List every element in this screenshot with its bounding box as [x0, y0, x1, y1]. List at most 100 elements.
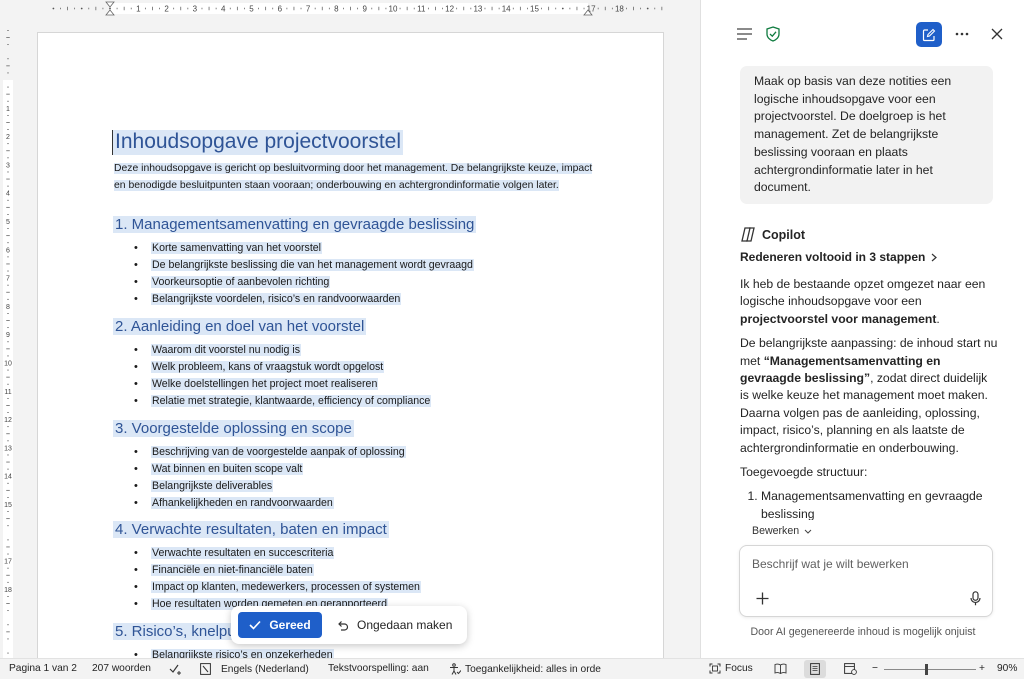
- response-paragraph: Toegevoegde structuur:: [740, 465, 868, 480]
- ruler-number: 7: [306, 5, 311, 14]
- document-intro[interactable]: Deze inhoudsopgave is gericht op besluit…: [114, 160, 594, 194]
- undo-button[interactable]: Ongedaan maken: [331, 612, 461, 638]
- vertical-ruler[interactable]: 1234567891011121314151718: [0, 20, 16, 658]
- list-item[interactable]: Welk probleem, kans of vraagstuk wordt o…: [134, 359, 431, 376]
- list-item[interactable]: Beschrijving van de voorgestelde aanpak …: [134, 444, 406, 461]
- ruler-number: 18: [615, 5, 624, 14]
- new-chat-button[interactable]: [916, 22, 942, 47]
- web-layout-icon: [844, 663, 857, 675]
- close-icon[interactable]: [988, 25, 1006, 43]
- rewrite-action-bar: Gereed Ongedaan maken: [231, 606, 467, 644]
- page-layout-icon: [810, 663, 820, 675]
- zoom-in-button[interactable]: +: [979, 663, 985, 674]
- section-list-5: Belangrijkste risico’s en onzekerheden: [134, 647, 334, 658]
- intro-text: Deze inhoudsopgave is gericht op besluit…: [114, 163, 593, 191]
- section-list-2: Waarom dit voorstel nu nodig is Welk pro…: [134, 342, 432, 410]
- list-item[interactable]: Korte samenvatting van het voorstel: [134, 240, 474, 257]
- focus-icon: [709, 663, 721, 674]
- ruler-number: 14: [502, 5, 511, 14]
- assistant-header: Copilot: [740, 227, 805, 242]
- read-mode-button[interactable]: [774, 663, 787, 674]
- chevron-right-icon: [931, 253, 938, 261]
- copilot-logo-icon: [741, 227, 755, 242]
- section-list-4: Verwachte resultaten en succescriteria F…: [134, 545, 421, 613]
- undo-icon: [338, 620, 349, 631]
- ruler-number: 8: [6, 304, 10, 311]
- ruler-number: 10: [389, 5, 398, 14]
- reasoning-steps-link[interactable]: Redeneren voltooid in 3 stappen: [740, 250, 938, 264]
- list-item[interactable]: Welke doelstellingen het project moet re…: [134, 376, 431, 393]
- focus-button[interactable]: Focus: [709, 663, 753, 674]
- list-item[interactable]: Wat binnen en buiten scope valt: [134, 461, 406, 478]
- ruler-number: 1: [136, 5, 141, 14]
- ai-disclaimer: Door AI gegenereerde inhoud is mogelijk …: [750, 626, 976, 638]
- book-icon: [774, 663, 787, 674]
- ruler-number: 13: [4, 445, 12, 452]
- section-list-1: Korte samenvatting van het voorstel De b…: [134, 240, 474, 308]
- print-layout-button[interactable]: [804, 660, 826, 678]
- page-count[interactable]: Pagina 1 van 2: [9, 663, 77, 674]
- document-page[interactable]: Inhoudsopgave projectvoorstel Deze inhou…: [37, 32, 664, 658]
- proofing-icon[interactable]: [169, 663, 182, 675]
- zoom-slider[interactable]: [884, 669, 976, 670]
- list-item[interactable]: Financiële en niet-financiële baten: [134, 562, 421, 579]
- zoom-level[interactable]: 90%: [997, 663, 1017, 674]
- done-button[interactable]: Gereed: [238, 612, 322, 638]
- list-item[interactable]: Waarom dit voorstel nu nodig is: [134, 342, 431, 359]
- document-title[interactable]: Inhoudsopgave projectvoorstel: [112, 130, 404, 155]
- section-heading-3[interactable]: 3. Voorgestelde oplossing en scope: [113, 419, 354, 439]
- response-paragraph: De belangrijkste aanpassing: de inhoud s…: [740, 336, 998, 455]
- prompt-input[interactable]: [752, 555, 980, 573]
- plus-icon: [756, 592, 768, 604]
- add-button[interactable]: [752, 588, 772, 608]
- shield-check-icon[interactable]: [764, 25, 782, 43]
- ruler-tick: [52, 7, 55, 10]
- horizontal-ruler[interactable]: 1 2 3 4 5 6 7 8 9 10 11 12 13 14 15 17 18: [36, 0, 664, 17]
- edit-mode-dropdown[interactable]: Bewerken: [752, 525, 812, 537]
- text-prediction-status[interactable]: Tekstvoorspelling: aan: [328, 663, 429, 674]
- web-layout-button[interactable]: [844, 663, 857, 675]
- ruler-number: 2: [6, 134, 10, 141]
- ruler-number: 9: [362, 5, 367, 14]
- section-heading-4[interactable]: 4. Verwachte resultaten, baten en impact: [113, 520, 389, 540]
- list-item[interactable]: De belangrijkste beslissing die van het …: [134, 257, 474, 274]
- ruler-number: 5: [249, 5, 254, 14]
- ruler-number: 7: [6, 276, 10, 283]
- ruler-number: 17: [4, 559, 12, 566]
- ruler-tick: [561, 7, 564, 10]
- ruler-number: 11: [417, 5, 426, 14]
- ruler-number: 4: [6, 191, 10, 198]
- list-item[interactable]: Relatie met strategie, klantwaarde, effi…: [134, 393, 432, 410]
- list-item[interactable]: Voorkeursoptie of aanbevolen richting: [134, 274, 474, 291]
- zoom-slider-thumb[interactable]: [925, 664, 928, 675]
- chevron-down-icon: [804, 529, 812, 534]
- language-indicator[interactable]: Engels (Nederland): [200, 663, 309, 675]
- section-heading-2[interactable]: 2. Aanleiding en doel van het voorstel: [113, 317, 367, 337]
- list-item[interactable]: Belangrijkste voordelen, risico’s en ran…: [134, 291, 474, 308]
- list-item[interactable]: Impact op klanten, medewerkers, processe…: [134, 579, 421, 596]
- word-count[interactable]: 207 woorden: [92, 663, 151, 674]
- ruler-tick: [646, 7, 649, 10]
- ruler-number: 12: [4, 417, 12, 424]
- ruler-number: 15: [4, 502, 12, 509]
- list-item[interactable]: Verwachte resultaten en succescriteria: [134, 545, 421, 562]
- accessibility-status[interactable]: Toegankelijkheid: alles in orde: [449, 663, 601, 675]
- more-options-icon[interactable]: [953, 25, 971, 43]
- list-item[interactable]: Belangrijkste risico’s en onzekerheden: [134, 647, 334, 658]
- zoom-out-button[interactable]: −: [872, 663, 878, 674]
- copilot-pane: Maak op basis van deze notities een logi…: [700, 0, 1024, 658]
- section-heading-1[interactable]: 1. Managementsamenvatting en gevraagde b…: [113, 215, 477, 235]
- ruler-number: 14: [4, 474, 12, 481]
- assistant-response: Ik heb de bestaande opzet omgezet naar e…: [740, 276, 998, 520]
- list-item[interactable]: Afhankelijkheden en randvoorwaarden: [134, 495, 406, 512]
- microphone-button[interactable]: [965, 588, 985, 608]
- ruler-tick: [80, 7, 83, 10]
- menu-icon[interactable]: [735, 26, 753, 42]
- ruler-number: 1: [6, 106, 10, 113]
- ruler-number: 10: [4, 361, 12, 368]
- list-item[interactable]: Belangrijkste deliverables: [134, 478, 406, 495]
- ruler-number: 6: [6, 247, 10, 254]
- ruler-number: 4: [221, 5, 226, 14]
- language-icon: [200, 663, 211, 675]
- compose-icon: [922, 28, 936, 41]
